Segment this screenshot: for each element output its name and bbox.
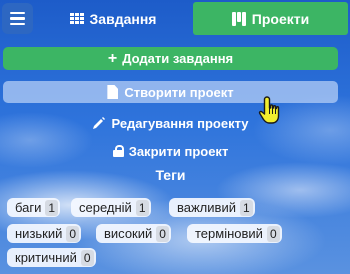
plus-icon: + [107, 49, 118, 67]
tag-chip-bugs[interactable]: баги 1 [7, 198, 61, 217]
add-task-button[interactable]: + Додати завдання [3, 47, 338, 70]
add-task-label: Додати завдання [122, 51, 234, 66]
tag-label: високий [104, 226, 153, 241]
tag-count: 0 [80, 249, 94, 266]
tag-label: баги [15, 200, 42, 215]
close-project-link[interactable]: Закрити проект [3, 141, 338, 161]
edit-project-label: Редагування проекту [111, 115, 249, 131]
tab-projects-label: Проекти [251, 10, 310, 27]
tag-label: низький [15, 226, 63, 241]
tag-count: 0 [266, 225, 280, 242]
tag-count: 1 [239, 199, 253, 216]
tab-projects[interactable]: Проекти [193, 2, 348, 35]
tag-chip-high[interactable]: високий 0 [96, 224, 171, 243]
pencil-icon [93, 117, 106, 129]
columns-icon [231, 11, 246, 26]
menu-bar-icon [10, 17, 25, 20]
tag-chip-important[interactable]: важливий 1 [169, 198, 255, 217]
document-icon [107, 85, 119, 99]
tag-count: 0 [156, 225, 169, 242]
menu-bar-icon [10, 11, 25, 15]
tag-count: 0 [66, 225, 80, 242]
tags-heading: Теги [155, 167, 186, 183]
tag-chip-critical[interactable]: критичний 0 [7, 248, 96, 267]
hamburger-menu-button[interactable] [2, 3, 33, 34]
tag-label: терміновий [195, 226, 263, 241]
close-project-label: Закрити проект [128, 143, 229, 159]
grid-icon [69, 13, 84, 24]
app-window: Завдання Проекти + Додати завдання Створ… [0, 0, 350, 274]
tab-tasks[interactable]: Завдання [38, 2, 188, 35]
create-project-label: Створити проект [124, 84, 234, 100]
tab-tasks-label: Завдання [89, 10, 157, 27]
tag-chip-medium[interactable]: середній 1 [71, 198, 151, 217]
tag-count: 1 [135, 199, 149, 216]
tag-count: 1 [45, 199, 59, 216]
tag-chip-low[interactable]: низький 0 [7, 224, 82, 243]
tag-label: важливий [177, 200, 236, 215]
lock-icon [112, 145, 124, 157]
menu-bar-icon [10, 22, 25, 26]
tag-label: критичний [15, 250, 77, 265]
hand-pointer-cursor-icon [258, 96, 280, 124]
tag-chip-urgent[interactable]: терміновий 0 [187, 224, 282, 243]
tag-label: середній [79, 200, 132, 215]
